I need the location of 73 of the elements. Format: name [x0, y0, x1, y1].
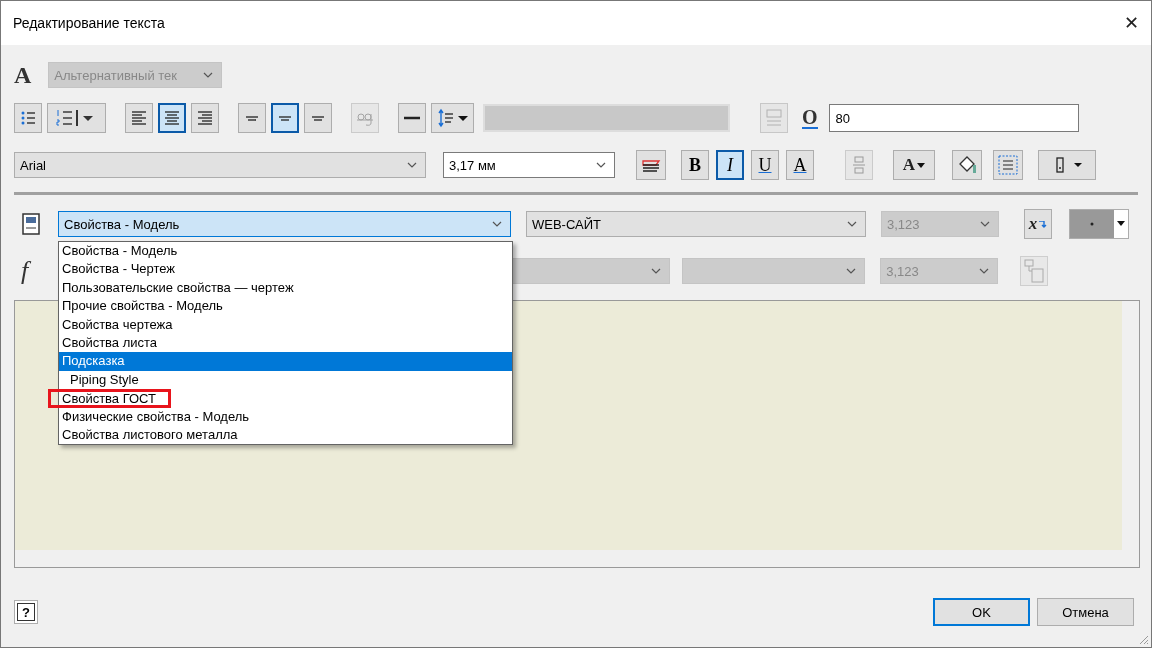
property-select[interactable]: WEB-САЙТ	[526, 211, 866, 237]
list-option[interactable]: Пользовательские свойства — чертеж	[59, 278, 512, 298]
function-icon: f	[21, 258, 29, 284]
font-size-select[interactable]: 3,17 мм	[443, 152, 615, 178]
caret-icon	[917, 162, 926, 168]
property-icon	[21, 213, 41, 235]
bullets-button[interactable]	[14, 103, 42, 133]
fraction-icon	[850, 154, 868, 176]
layers-button[interactable]	[636, 150, 666, 180]
list-option[interactable]: Свойства листа	[59, 333, 512, 353]
case-button[interactable]: A	[893, 150, 935, 180]
text-frame-icon	[997, 154, 1019, 176]
rule-button[interactable]	[398, 103, 426, 133]
valign-top-icon	[245, 115, 259, 121]
strike-button[interactable]: A	[786, 150, 814, 180]
chevron-icon	[203, 72, 214, 78]
help-button[interactable]: ?	[14, 600, 38, 624]
property-source-select[interactable]: Свойства - Модель	[58, 211, 511, 237]
valign-middle-icon	[278, 115, 292, 121]
numbering-button[interactable]	[47, 103, 106, 133]
align-center-icon	[162, 108, 182, 128]
list-option[interactable]: Подсказка	[59, 352, 512, 371]
close-button[interactable]: ✕	[1111, 1, 1151, 45]
chevron-icon	[492, 221, 502, 227]
window-title: Редактирование текста	[13, 15, 165, 31]
chevron-icon	[651, 268, 662, 274]
chevron-icon	[980, 221, 990, 227]
numbering-icon	[54, 108, 75, 128]
chevron-icon	[979, 268, 990, 274]
bold-button[interactable]: B	[681, 150, 709, 180]
color-dropdown[interactable]	[1069, 209, 1129, 239]
list-option[interactable]: Свойства - Модель	[59, 242, 512, 261]
fill-button[interactable]	[952, 150, 982, 180]
list-option[interactable]: Прочие свойства - Модель	[59, 297, 512, 316]
spacing-button[interactable]	[431, 103, 474, 133]
rotation-dropdown[interactable]	[1038, 150, 1096, 180]
rule-icon	[404, 116, 420, 120]
text-width-icon	[764, 108, 784, 128]
align-left-button[interactable]	[125, 103, 153, 133]
dialog-button[interactable]: OK	[933, 598, 1030, 626]
dialog-button[interactable]: Отмена	[1037, 598, 1134, 626]
underline-button[interactable]: U	[751, 150, 779, 180]
valign-bottom-icon	[311, 115, 325, 121]
align-right-button[interactable]	[191, 103, 219, 133]
text-style-icon: A	[14, 63, 32, 87]
valign-middle-button[interactable]	[271, 103, 299, 133]
list-option[interactable]: Piping Style	[59, 370, 512, 390]
valign-bottom-button[interactable]	[304, 103, 332, 133]
color-swatch-icon	[1070, 210, 1128, 238]
align-right-icon	[195, 108, 215, 128]
chevron-icon	[596, 162, 606, 168]
horizontal-scrollbar[interactable]	[15, 550, 1139, 567]
align-left-icon	[129, 108, 149, 128]
width-field[interactable]: 80	[828, 104, 1079, 132]
list-option[interactable]: Физические свойства - Модель	[59, 407, 512, 426]
caret-icon	[456, 114, 469, 122]
vertical-scrollbar[interactable]	[1122, 301, 1139, 550]
align-center-button[interactable]	[158, 103, 186, 133]
list-option[interactable]: Свойства - Чертеж	[59, 260, 512, 279]
arrow-icon	[1039, 220, 1048, 228]
chevron-icon	[846, 268, 857, 274]
insert-field-button[interactable]: x	[1024, 209, 1052, 239]
chevron-icon	[847, 221, 857, 227]
list-option[interactable]: Свойства листового металла	[59, 425, 512, 445]
document-icon	[1023, 259, 1046, 283]
resize-grip-icon[interactable]	[1137, 633, 1149, 645]
font-select[interactable]: Arial	[14, 152, 426, 178]
italic-button[interactable]: I	[716, 150, 744, 180]
chevron-icon	[407, 162, 417, 168]
list-option[interactable]: Свойства чертежа	[59, 315, 512, 334]
valign-top-button[interactable]	[238, 103, 266, 133]
frame-button[interactable]	[993, 150, 1023, 180]
list-option[interactable]: Свойства ГОСТ	[48, 389, 171, 408]
